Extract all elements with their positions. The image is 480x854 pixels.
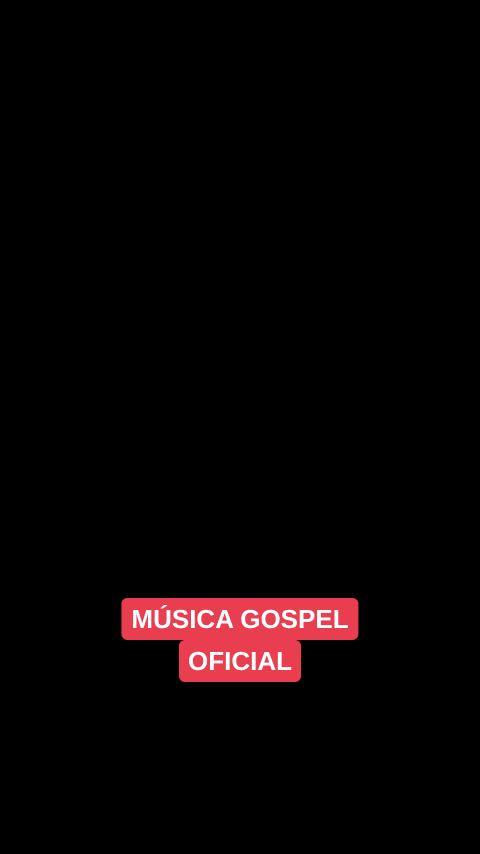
caption-line-2: OFICIAL [179, 640, 301, 682]
caption-line-1: MÚSICA GOSPEL [121, 598, 359, 640]
video-screen: MÚSICA GOSPEL OFICIAL [0, 0, 480, 854]
